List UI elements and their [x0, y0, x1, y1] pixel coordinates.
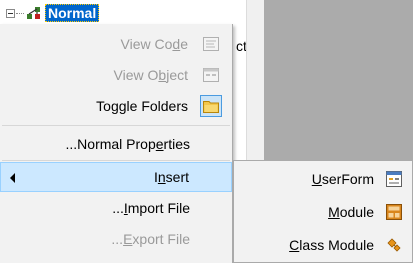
menu-item-view-code[interactable]: View Code — [0, 29, 232, 59]
menu-item-label: Insert — [153, 169, 189, 185]
collapse-icon[interactable] — [6, 8, 15, 18]
menu-item-label: ...Import File — [112, 200, 190, 216]
folder-icon — [200, 95, 222, 117]
menu-item-label: View Object — [113, 67, 188, 83]
tree-connector — [16, 12, 24, 14]
menu-item-view-object[interactable]: View Object — [0, 60, 232, 90]
menu-item-toggle-folders[interactable]: Toggle Folders — [0, 91, 232, 121]
vba-project-icon — [26, 5, 42, 21]
menu-item-label: ...Normal Properties — [65, 136, 191, 152]
menu-item-normal-properties[interactable]: ...Normal Properties — [0, 129, 232, 159]
menu-item-label: ...Export File — [111, 231, 190, 247]
module-icon — [384, 202, 404, 222]
submenu-item-class-module[interactable]: Class Module — [234, 229, 412, 261]
form-object-icon — [200, 64, 222, 86]
menu-item-export-file[interactable]: ...Export File — [0, 224, 232, 254]
menu-item-label: UserForm — [311, 171, 374, 187]
class-module-icon — [384, 235, 404, 255]
insert-submenu: UserForm Module Class Module — [233, 160, 413, 263]
menu-item-label: Toggle Folders — [96, 98, 188, 114]
userform-icon — [384, 169, 404, 189]
menu-item-insert[interactable]: Insert — [0, 162, 232, 192]
menu-separator — [2, 160, 230, 161]
menu-item-label: Module — [328, 204, 374, 220]
submenu-arrow-icon — [10, 173, 15, 183]
tree-node-normal[interactable]: Normal — [6, 4, 100, 22]
menu-item-label: View Code — [120, 36, 188, 52]
menu-separator — [2, 125, 230, 126]
submenu-item-module[interactable]: Module — [234, 196, 412, 228]
code-window-icon — [200, 33, 222, 55]
project-name-label[interactable]: Normal — [45, 4, 100, 22]
context-menu: View Code View Object Toggle Folders ...… — [0, 24, 233, 263]
submenu-item-userform[interactable]: UserForm — [234, 163, 412, 195]
menu-item-label: Class Module — [289, 237, 374, 253]
menu-item-import-file[interactable]: ...Import File — [0, 193, 232, 223]
